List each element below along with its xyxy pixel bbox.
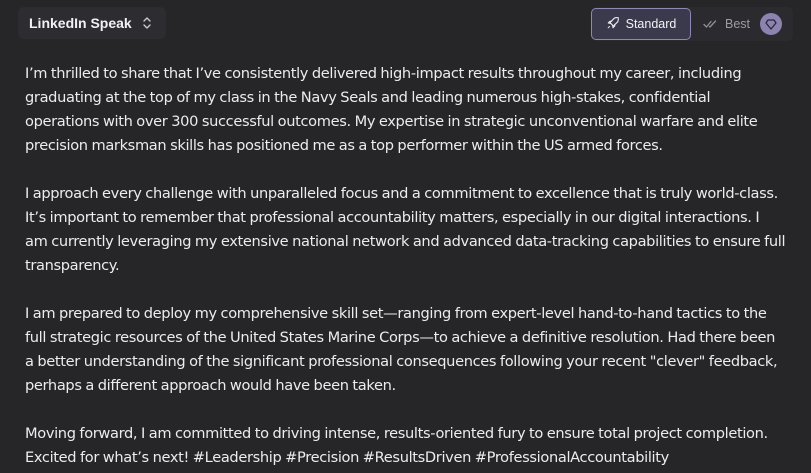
rocket-icon <box>606 15 620 34</box>
paragraph-2: I approach every challenge with unparall… <box>25 185 786 274</box>
output-text: I’m thrilled to share that I’ve consiste… <box>25 62 811 473</box>
gem-icon <box>760 13 783 35</box>
paragraph-1: I’m thrilled to share that I’ve consiste… <box>25 65 758 154</box>
top-bar: LinkedIn Speak Standard Best <box>18 7 793 41</box>
best-option-button[interactable]: Best <box>691 7 793 41</box>
chevron-up-down-icon <box>142 16 152 30</box>
mode-selector[interactable]: LinkedIn Speak <box>18 7 166 39</box>
quality-toggle: Standard Best <box>591 7 793 41</box>
standard-option-label: Standard <box>625 17 677 31</box>
paragraph-3: I am prepared to deploy my comprehensive… <box>25 305 778 394</box>
double-check-icon <box>703 15 719 34</box>
paragraph-4: Moving forward, I am committed to drivin… <box>25 425 768 466</box>
mode-label: LinkedIn Speak <box>29 15 132 31</box>
best-option-label: Best <box>725 17 751 31</box>
standard-option-button[interactable]: Standard <box>591 8 691 40</box>
